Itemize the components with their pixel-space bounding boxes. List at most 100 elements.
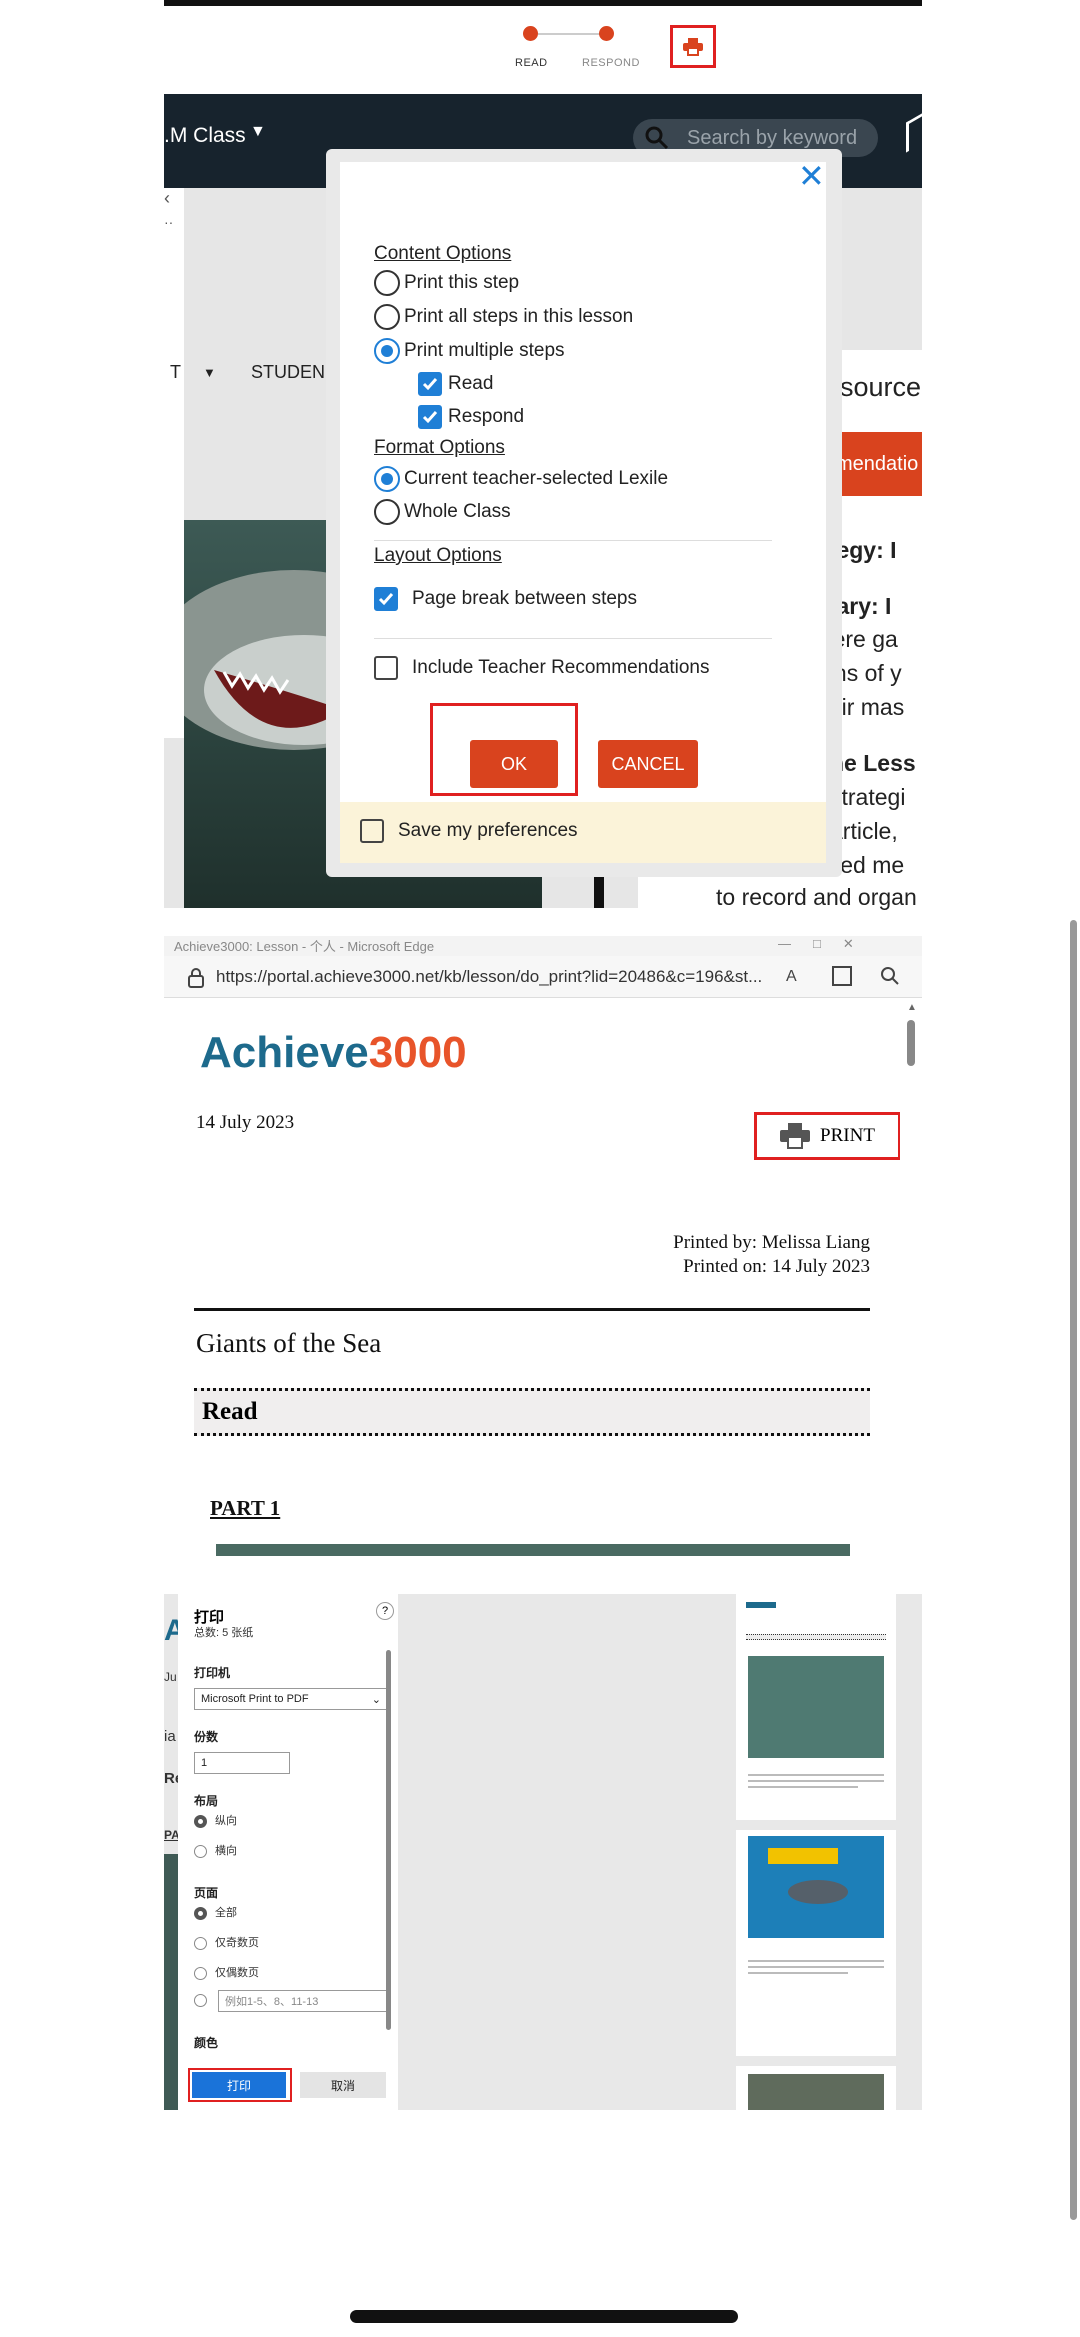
substep-respond[interactable]: Respond: [418, 405, 524, 429]
thumb-text: [748, 1966, 884, 1968]
doc-print-button[interactable]: PRINT: [754, 1112, 901, 1160]
printed-on: Printed on: 14 July 2023: [683, 1256, 870, 1277]
option-label: 仅偶数页: [215, 1967, 259, 1979]
home-icon[interactable]: [906, 113, 922, 153]
scrollbar-thumb[interactable]: [907, 1020, 915, 1066]
thumb-text: [748, 1960, 884, 1962]
option-print-all-steps[interactable]: Print all steps in this lesson: [374, 304, 633, 330]
content-options-title: Content Options: [374, 243, 512, 264]
radio-custom[interactable]: [194, 1994, 207, 2007]
edge-print-window: Achieve3000: Lesson - 个人 - Microsoft Edg…: [164, 936, 922, 1556]
thumb-text: [748, 1972, 848, 1974]
printer-select[interactable]: Microsoft Print to PDF ⌄: [194, 1688, 390, 1710]
teacher-recommendation-tab[interactable]: mendatio: [830, 432, 922, 496]
class-selector[interactable]: .M Class: [164, 124, 246, 148]
pages-custom-input[interactable]: 例如1-5、8、11-13: [218, 1990, 390, 2012]
step-label-respond: RESPOND: [582, 57, 640, 69]
option-label: 仅奇数页: [215, 1937, 259, 1949]
option-label: Include Teacher Recommendations: [412, 657, 710, 678]
print-cancel-button[interactable]: 取消: [300, 2072, 386, 2098]
preview-page-3[interactable]: [736, 2066, 896, 2110]
preview-page-2[interactable]: [736, 1830, 896, 2056]
printed-by: Printed by: Melissa Liang: [673, 1232, 870, 1253]
thumb-text: [748, 1780, 884, 1782]
nav-tab-partial[interactable]: T: [170, 362, 181, 383]
radio-landscape[interactable]: [194, 1844, 207, 1858]
thumb-text: [748, 1774, 884, 1776]
divider: [374, 638, 772, 639]
print-button[interactable]: [670, 25, 716, 68]
radio-whole-class[interactable]: [374, 499, 400, 525]
thumb-bus: [768, 1848, 838, 1864]
more-icon[interactable]: ··: [164, 214, 173, 230]
option-print-this-step[interactable]: Print this step: [374, 270, 519, 296]
cancel-button[interactable]: CANCEL: [598, 740, 698, 788]
radio-print-all-steps[interactable]: [374, 304, 400, 330]
option-current-lexile[interactable]: Current teacher-selected Lexile: [374, 466, 668, 492]
thumb-shark-image: [748, 1656, 884, 1758]
pages-odd[interactable]: 仅奇数页: [194, 1934, 259, 1950]
window-controls[interactable]: —□✕: [778, 936, 876, 952]
option-save-preferences[interactable]: Save my preferences: [360, 819, 578, 843]
thumb-chart-image: [748, 1836, 884, 1938]
part-heading: PART 1: [210, 1496, 281, 1520]
doc-date: 14 July 2023: [196, 1112, 295, 1133]
chevron-down-icon: ▼: [250, 123, 266, 140]
checkbox-page-break[interactable]: [374, 587, 398, 611]
chevron-left-icon[interactable]: ‹: [164, 188, 170, 209]
nav-tab-students[interactable]: STUDEN: [251, 362, 325, 383]
zoom-icon[interactable]: [880, 966, 900, 986]
scrollbar[interactable]: ▲: [900, 998, 922, 1556]
radio-current-lexile[interactable]: [374, 466, 400, 492]
url-text[interactable]: https://portal.achieve3000.net/kb/lesson…: [216, 967, 762, 987]
preview-page-1[interactable]: [736, 1594, 896, 1820]
checkbox-teacher-recommendations[interactable]: [374, 656, 398, 680]
read-aloud-icon[interactable]: A: [786, 968, 797, 986]
layout-landscape[interactable]: 横向: [194, 1842, 237, 1858]
close-icon[interactable]: ✕: [798, 160, 825, 192]
thumb-section: [746, 1634, 886, 1640]
option-label: 横向: [215, 1845, 237, 1857]
option-label: Print this step: [404, 272, 520, 293]
substep-read[interactable]: Read: [418, 372, 493, 396]
step-dot-respond[interactable]: [599, 26, 614, 41]
help-icon[interactable]: ?: [376, 1602, 394, 1620]
radio-even[interactable]: [194, 1966, 207, 1980]
checkbox-respond[interactable]: [418, 405, 442, 429]
option-label: 纵向: [215, 1815, 237, 1827]
ok-button[interactable]: OK: [470, 740, 558, 788]
divider: [374, 540, 772, 541]
settings-scrollbar[interactable]: [386, 1650, 391, 2030]
color-label: 颜色: [194, 2036, 219, 2050]
page-scrollbar[interactable]: [1070, 920, 1077, 2220]
option-teacher-recommendations[interactable]: Include Teacher Recommendations: [374, 656, 710, 680]
pages-custom[interactable]: [194, 1994, 215, 2007]
home-indicator[interactable]: [350, 2310, 738, 2323]
nav-chevron-down-icon: ▼: [203, 365, 216, 380]
radio-print-multiple-steps[interactable]: [374, 338, 400, 364]
radio-odd[interactable]: [194, 1936, 207, 1950]
pages-even[interactable]: 仅偶数页: [194, 1964, 259, 1980]
checkbox-save-preferences[interactable]: [360, 819, 384, 843]
step-dot-read[interactable]: [523, 26, 538, 41]
side-drawer: ‹ ··: [164, 188, 184, 738]
pages-all[interactable]: 全部: [194, 1904, 237, 1920]
option-whole-class[interactable]: Whole Class: [374, 499, 511, 525]
radio-print-this-step[interactable]: [374, 270, 400, 296]
reading-view-icon[interactable]: [832, 966, 852, 986]
printer-value: Microsoft Print to PDF: [201, 1693, 309, 1705]
option-label: Print multiple steps: [404, 340, 565, 361]
option-print-multiple-steps[interactable]: Print multiple steps: [374, 338, 565, 364]
substep-label: Respond: [448, 406, 525, 427]
radio-portrait[interactable]: [194, 1814, 207, 1828]
print-submit-button[interactable]: 打印: [192, 2072, 286, 2098]
checkbox-read[interactable]: [418, 372, 442, 396]
radio-all[interactable]: [194, 1906, 207, 1920]
print-dialog: A Ju ia Re PA 打印 总数: 5 张纸 ? 打印机 Microsof…: [164, 1594, 922, 2110]
scroll-up-icon[interactable]: ▲: [907, 1002, 917, 1013]
layout-portrait[interactable]: 纵向: [194, 1812, 237, 1828]
format-options-title: Format Options: [374, 437, 505, 458]
option-page-break[interactable]: Page break between steps: [374, 587, 637, 611]
copies-input[interactable]: 1: [194, 1752, 290, 1774]
address-bar[interactable]: https://portal.achieve3000.net/kb/lesson…: [164, 956, 922, 998]
